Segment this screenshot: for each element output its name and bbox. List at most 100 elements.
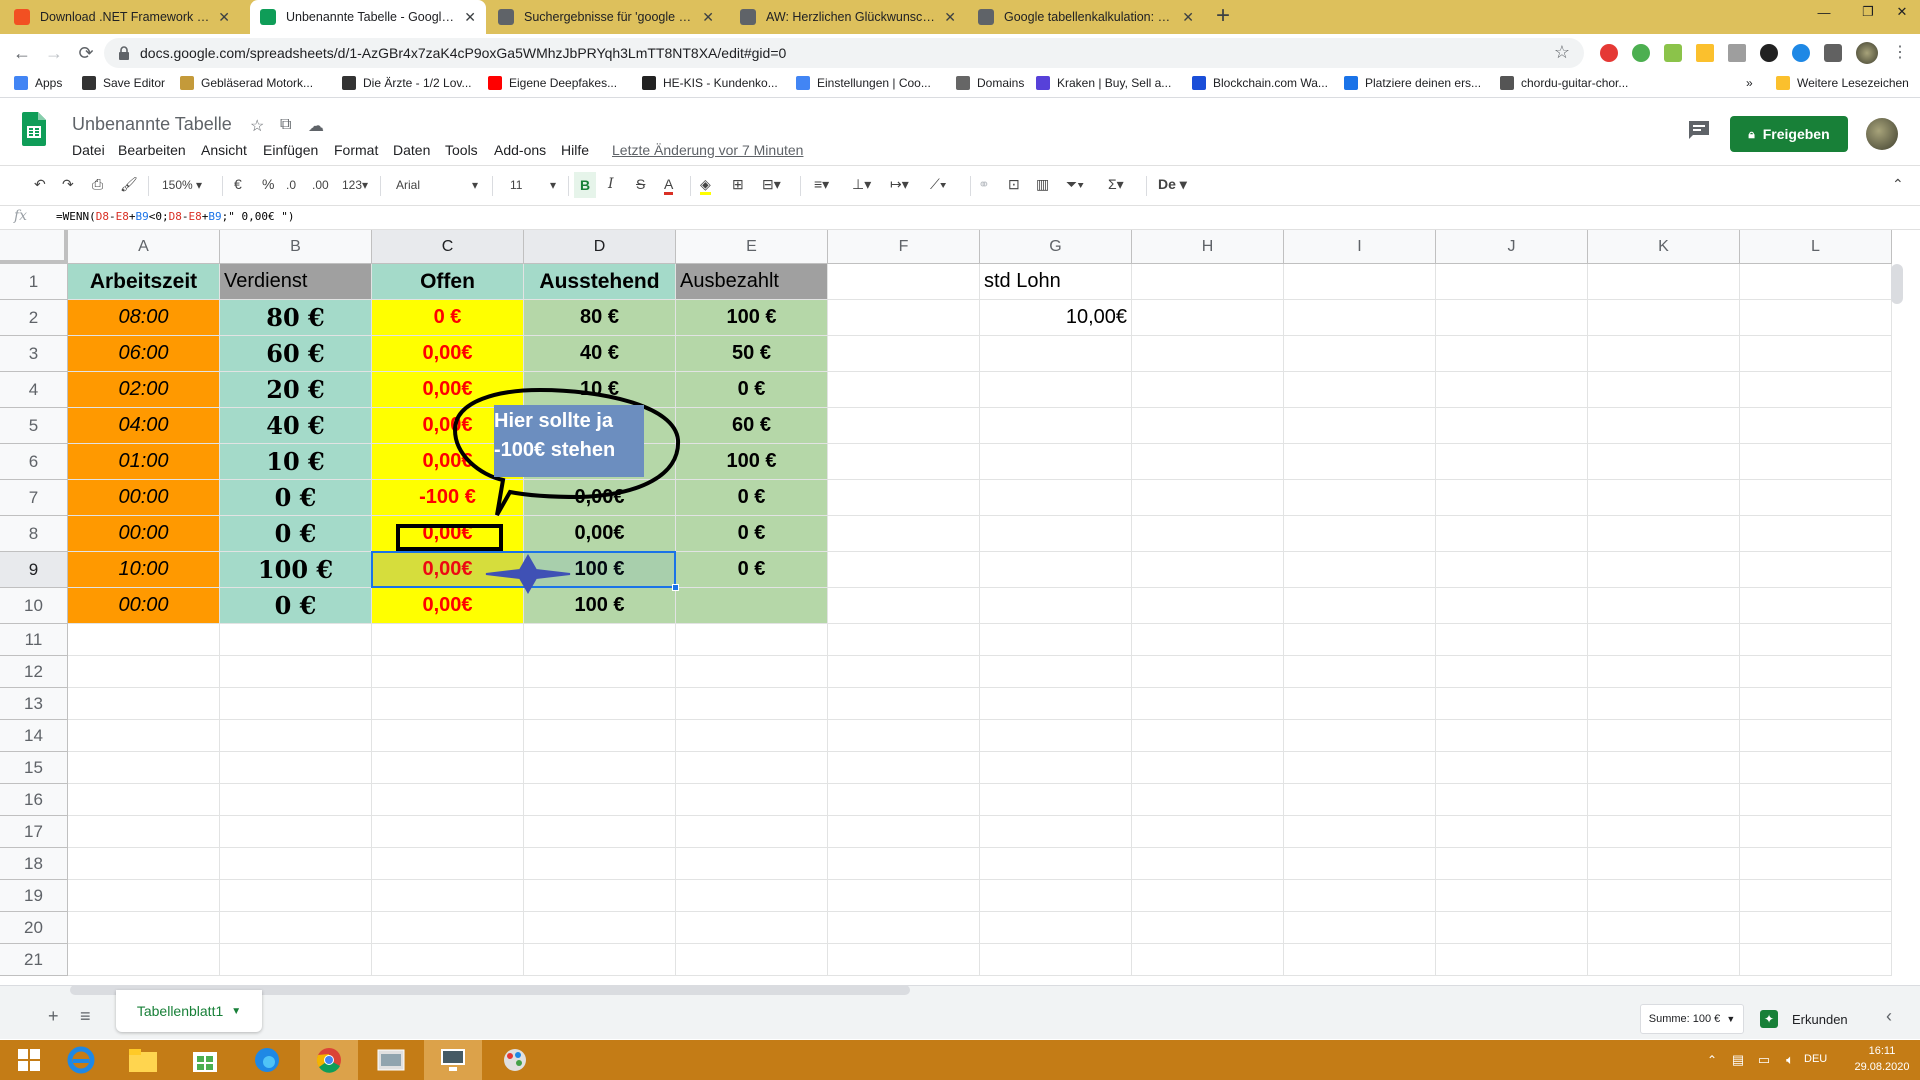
- empty-cell[interactable]: [676, 688, 828, 720]
- empty-cell[interactable]: [980, 944, 1132, 976]
- empty-cell[interactable]: [980, 752, 1132, 784]
- menu-item[interactable]: Bearbeiten: [118, 142, 186, 158]
- empty-cell[interactable]: [1740, 516, 1892, 552]
- empty-cell[interactable]: [220, 784, 372, 816]
- empty-cell[interactable]: [1284, 912, 1436, 944]
- cell-arbeitszeit[interactable]: 10:00: [68, 552, 220, 588]
- text-color-button[interactable]: A: [664, 176, 674, 195]
- empty-cell[interactable]: [1740, 848, 1892, 880]
- empty-cell[interactable]: [372, 816, 524, 848]
- empty-cell[interactable]: [828, 372, 980, 408]
- cell-ausbezahlt[interactable]: 50 €: [676, 336, 828, 372]
- strikethrough-button[interactable]: S: [636, 176, 645, 192]
- empty-cell[interactable]: [1132, 688, 1284, 720]
- empty-cell[interactable]: [524, 656, 676, 688]
- empty-cell[interactable]: [1588, 300, 1740, 336]
- decrease-decimals-button[interactable]: .0: [286, 178, 296, 192]
- row-header[interactable]: 16: [0, 784, 68, 816]
- column-header[interactable]: F: [828, 230, 980, 264]
- empty-cell[interactable]: [1740, 816, 1892, 848]
- empty-cell[interactable]: [1132, 752, 1284, 784]
- empty-cell[interactable]: [1740, 300, 1892, 336]
- empty-cell[interactable]: [1436, 784, 1588, 816]
- empty-cell[interactable]: [1436, 300, 1588, 336]
- bookmark-item[interactable]: Einstellungen | Coo...: [796, 76, 931, 90]
- empty-cell[interactable]: [1284, 880, 1436, 912]
- cell-ausstehend[interactable]: 10 €: [524, 372, 676, 408]
- empty-cell[interactable]: [676, 656, 828, 688]
- empty-cell[interactable]: [372, 912, 524, 944]
- empty-cell[interactable]: [1740, 372, 1892, 408]
- header-cell-a[interactable]: Arbeitszeit: [68, 264, 220, 300]
- row-header[interactable]: 11: [0, 624, 68, 656]
- empty-cell[interactable]: [676, 720, 828, 752]
- bookmark-item[interactable]: chordu-guitar-chor...: [1500, 76, 1628, 90]
- redo-icon[interactable]: ↷: [62, 176, 74, 193]
- empty-cell[interactable]: [1132, 552, 1284, 588]
- empty-cell[interactable]: [980, 848, 1132, 880]
- cell-arbeitszeit[interactable]: 01:00: [68, 444, 220, 480]
- empty-cell[interactable]: [980, 912, 1132, 944]
- empty-cell[interactable]: [68, 944, 220, 976]
- empty-cell[interactable]: [828, 408, 980, 444]
- empty-cell[interactable]: [220, 720, 372, 752]
- font-select[interactable]: Arial ▾: [396, 178, 486, 192]
- empty-cell[interactable]: [1740, 264, 1892, 300]
- empty-cell[interactable]: [1740, 588, 1892, 624]
- empty-cell[interactable]: [220, 912, 372, 944]
- empty-cell[interactable]: [1588, 408, 1740, 444]
- font-size-select[interactable]: 11 ▾: [510, 178, 560, 192]
- cell-verdienst[interactable]: 0 €: [220, 480, 372, 516]
- empty-cell[interactable]: [1588, 444, 1740, 480]
- empty-cell[interactable]: [828, 880, 980, 912]
- empty-cell[interactable]: [828, 336, 980, 372]
- cell-ausbezahlt[interactable]: 60 €: [676, 408, 828, 444]
- empty-cell[interactable]: [676, 848, 828, 880]
- all-sheets-icon[interactable]: ≡: [80, 1006, 91, 1027]
- browser-tab[interactable]: Google tabellenkalkulation: Sum ✕: [968, 0, 1204, 34]
- cell-std-lohn[interactable]: 10,00€: [980, 300, 1132, 336]
- bookmark-item[interactable]: Save Editor: [82, 76, 165, 90]
- empty-cell[interactable]: [980, 336, 1132, 372]
- menu-item[interactable]: Hilfe: [561, 142, 589, 158]
- cell-ausstehend[interactable]: 0,00€: [524, 516, 676, 552]
- cell-offen[interactable]: 0,00€: [372, 372, 524, 408]
- bookmark-star-icon[interactable]: ☆: [1554, 42, 1570, 63]
- star-icon[interactable]: ☆: [250, 116, 264, 136]
- empty-cell[interactable]: [372, 944, 524, 976]
- empty-cell[interactable]: [1740, 552, 1892, 588]
- empty-cell[interactable]: [828, 688, 980, 720]
- header-cell-d[interactable]: Ausstehend: [524, 264, 676, 300]
- cell-ausbezahlt[interactable]: 0 €: [676, 552, 828, 588]
- extension-icon[interactable]: [1632, 44, 1650, 62]
- empty-cell[interactable]: [1588, 848, 1740, 880]
- tab-close-icon[interactable]: ✕: [464, 9, 476, 26]
- store-icon[interactable]: [176, 1040, 234, 1080]
- bookmark-item[interactable]: Kraken | Buy, Sell a...: [1036, 76, 1171, 90]
- close-window-button[interactable]: ✕: [1880, 0, 1920, 24]
- empty-cell[interactable]: [828, 624, 980, 656]
- cell-ausstehend[interactable]: 0,00€: [524, 480, 676, 516]
- empty-cell[interactable]: [68, 624, 220, 656]
- empty-cell[interactable]: [1284, 588, 1436, 624]
- cell-offen[interactable]: 0,00€: [372, 552, 524, 588]
- bookmark-item[interactable]: Gebläserad Motork...: [180, 76, 313, 90]
- extension-icon[interactable]: [1696, 44, 1714, 62]
- empty-cell[interactable]: [1132, 880, 1284, 912]
- empty-cell[interactable]: [1284, 624, 1436, 656]
- reload-icon[interactable]: ⟳: [74, 41, 98, 65]
- puzzle-icon[interactable]: [1824, 44, 1842, 62]
- empty-cell[interactable]: [524, 880, 676, 912]
- empty-cell[interactable]: [1132, 480, 1284, 516]
- empty-cell[interactable]: [68, 848, 220, 880]
- empty-cell[interactable]: [980, 816, 1132, 848]
- empty-cell[interactable]: [1436, 336, 1588, 372]
- text-wrapping-icon[interactable]: ↦▾: [890, 176, 909, 193]
- extension-icon[interactable]: [1664, 44, 1682, 62]
- row-header[interactable]: 14: [0, 720, 68, 752]
- menu-item[interactable]: Daten: [393, 142, 430, 158]
- row-header[interactable]: 15: [0, 752, 68, 784]
- row-header[interactable]: 4: [0, 372, 68, 408]
- empty-cell[interactable]: [980, 880, 1132, 912]
- empty-cell[interactable]: [1132, 944, 1284, 976]
